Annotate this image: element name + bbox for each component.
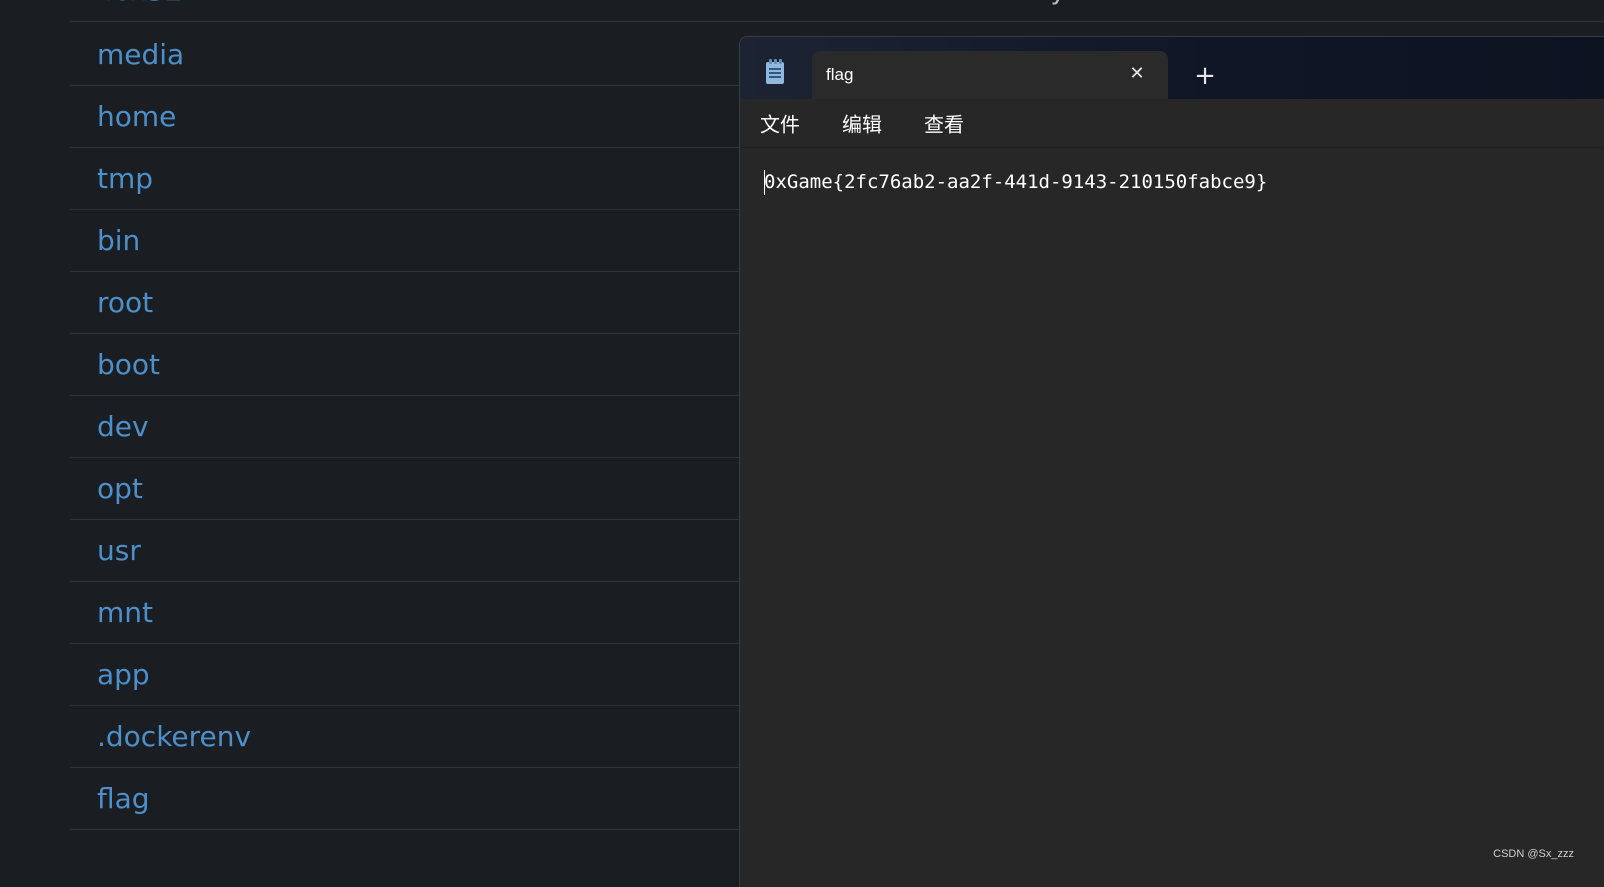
menu-file[interactable]: 文件 [760, 109, 800, 138]
menu-bar: 文件 编辑 查看 [740, 99, 1604, 147]
entry-link[interactable]: app [97, 660, 150, 689]
entry-link[interactable]: .dockerenv [97, 722, 251, 751]
tab-flag[interactable]: flag ✕ [812, 51, 1168, 99]
close-icon[interactable]: ✕ [1126, 63, 1148, 85]
entry-link[interactable]: dev [97, 412, 149, 441]
entry-link[interactable]: media [97, 40, 184, 69]
entry-type: Directory [946, 0, 1066, 4]
entry-link[interactable]: root [97, 288, 153, 317]
entry-link[interactable]: tmp [97, 164, 153, 193]
entry-link[interactable]: boot [97, 350, 160, 379]
document-text[interactable]: 0xGame{2fc76ab2-aa2f-441d-9143-210150fab… [764, 170, 1267, 195]
menu-view[interactable]: 查看 [924, 109, 964, 138]
text-caret [764, 170, 765, 195]
entry-link[interactable]: mnt [97, 598, 153, 627]
entry-link[interactable]: libx32 [97, 0, 183, 5]
entry-link[interactable]: home [97, 102, 176, 131]
notepad-icon [766, 59, 784, 84]
text-editor[interactable]: 0xGame{2fc76ab2-aa2f-441d-9143-210150fab… [740, 148, 1604, 887]
list-item[interactable]: libx32 Directory [70, 0, 1604, 22]
entry-link[interactable]: flag [97, 784, 150, 813]
entry-link[interactable]: opt [97, 474, 143, 503]
menu-edit[interactable]: 编辑 [842, 109, 882, 138]
entry-link[interactable]: usr [97, 536, 141, 565]
tab-title: flag [826, 65, 854, 84]
entry-link[interactable]: bin [97, 226, 140, 255]
title-bar[interactable]: flag ✕ + [740, 37, 1604, 99]
notepad-window: flag ✕ + 文件 编辑 查看 0xGame{2fc76ab2-aa2f-4… [739, 36, 1604, 887]
watermark: CSDN @Sx_zzz [1493, 848, 1574, 860]
plus-icon[interactable]: + [1192, 63, 1218, 89]
